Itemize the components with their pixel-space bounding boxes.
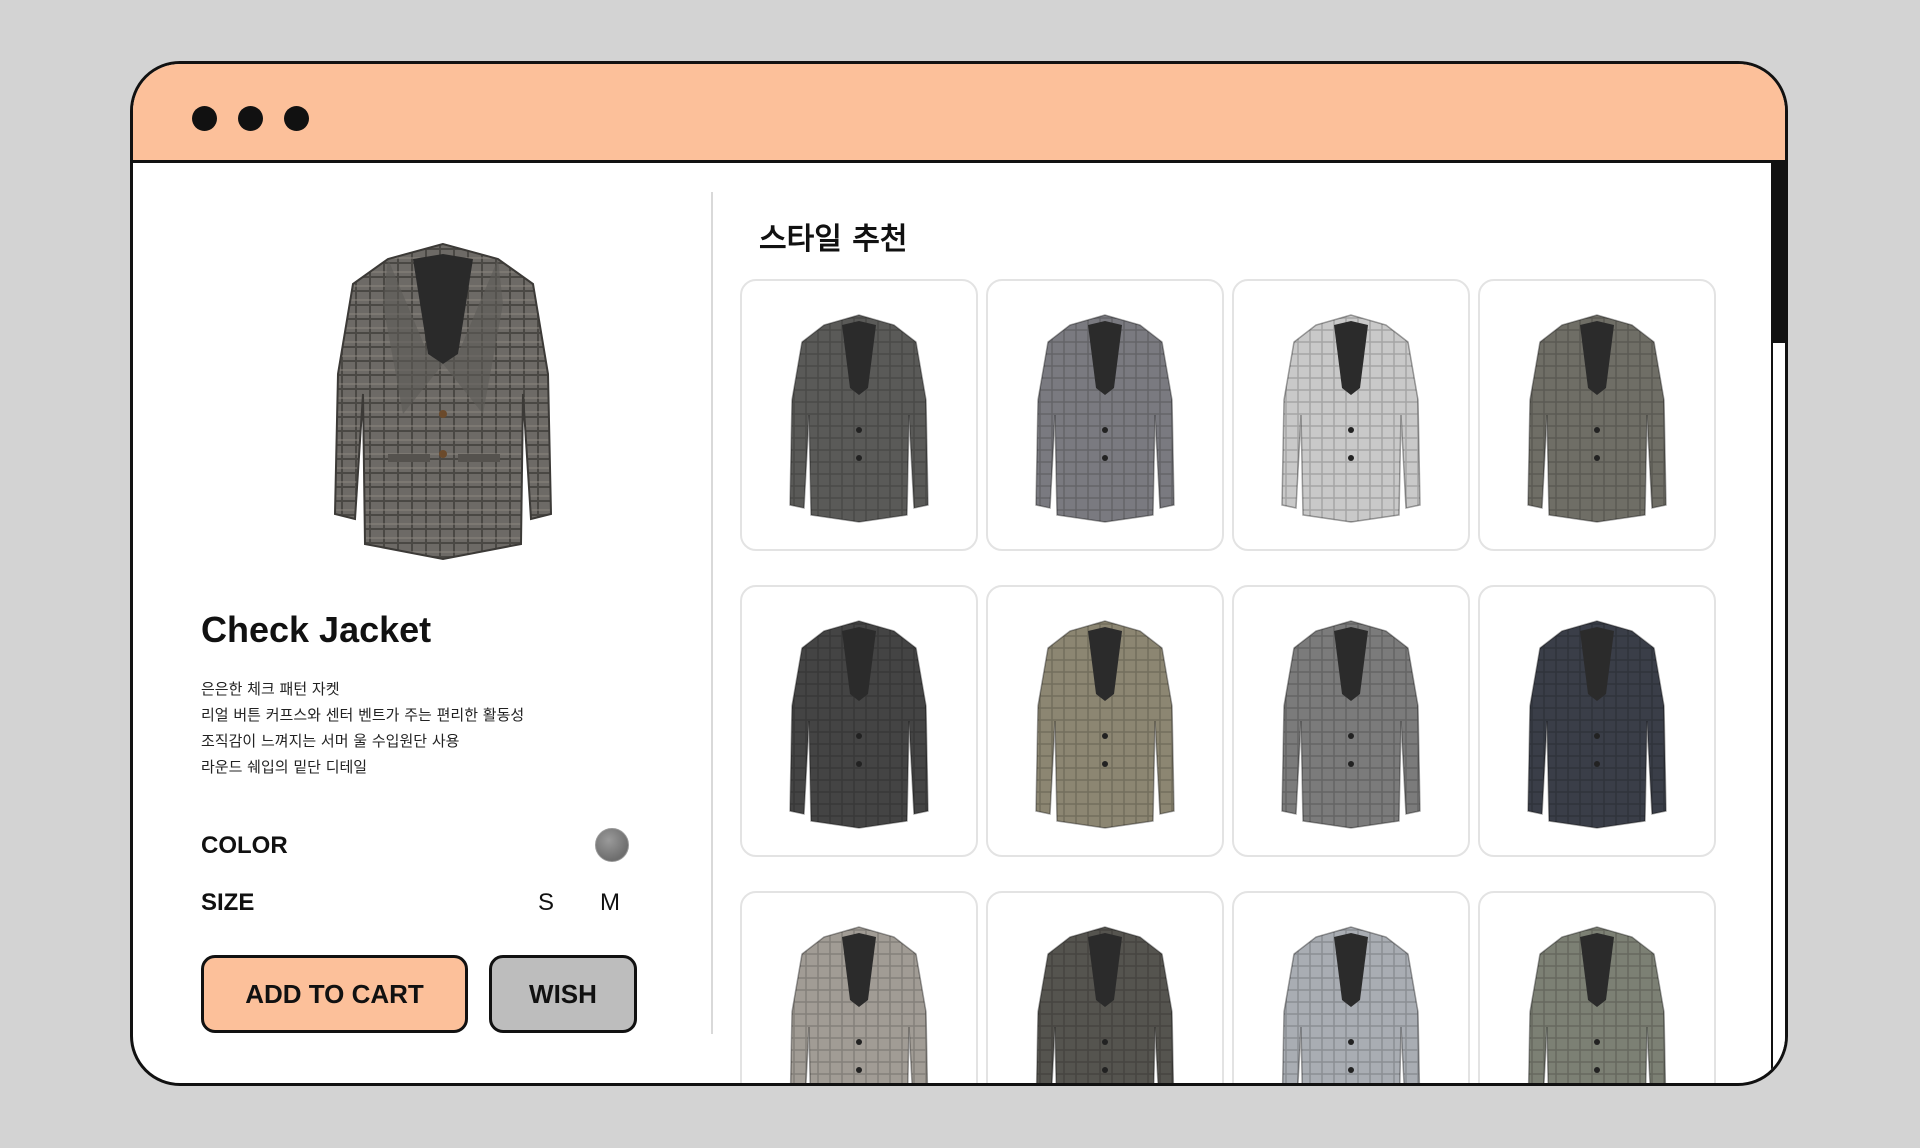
size-option-s[interactable]: S xyxy=(538,889,554,917)
jacket-image-icon xyxy=(1281,926,1421,1083)
recommendation-card[interactable] xyxy=(1232,585,1470,857)
panel-divider xyxy=(711,192,713,1034)
recommendation-card[interactable] xyxy=(740,891,978,1083)
description-line: 리얼 버튼 커프스와 센터 벤트가 주는 편리한 활동성 xyxy=(201,706,525,724)
jacket-image-icon xyxy=(1281,620,1421,829)
jacket-image-icon xyxy=(1035,926,1175,1083)
description-line: 라운드 쉐입의 밑단 디테일 xyxy=(201,758,368,776)
product-main-image xyxy=(293,214,593,574)
jacket-image-icon xyxy=(333,242,553,561)
jacket-image-icon xyxy=(1527,926,1667,1083)
recommendation-card[interactable] xyxy=(1478,279,1716,551)
recommendation-card[interactable] xyxy=(986,891,1224,1083)
add-to-cart-button[interactable]: ADD TO CART xyxy=(201,955,468,1033)
recommendations-grid xyxy=(740,279,1724,1083)
window-close-dot[interactable] xyxy=(192,106,217,131)
recommendation-card[interactable] xyxy=(986,585,1224,857)
jacket-image-icon xyxy=(789,620,929,829)
color-label: COLOR xyxy=(201,832,288,859)
jacket-image-icon xyxy=(1035,314,1175,523)
recommendation-card[interactable] xyxy=(1232,279,1470,551)
description-line: 조직감이 느껴지는 서머 울 수입원단 사용 xyxy=(201,732,460,750)
jacket-image-icon xyxy=(789,926,929,1083)
jacket-image-icon xyxy=(1035,620,1175,829)
recommendation-card[interactable] xyxy=(740,279,978,551)
browser-window: Check Jacket 은은한 체크 패턴 자켓 리얼 버튼 커프스와 센터 … xyxy=(130,61,1788,1086)
window-minimize-dot[interactable] xyxy=(238,106,263,131)
recommendation-card[interactable] xyxy=(986,279,1224,551)
jacket-image-icon xyxy=(789,314,929,523)
color-swatch[interactable] xyxy=(595,828,629,862)
wish-button[interactable]: WISH xyxy=(489,955,637,1033)
scrollbar-thumb[interactable] xyxy=(1771,163,1785,343)
recommendations-title: 스타일 추천 xyxy=(759,222,908,257)
recommendation-card[interactable] xyxy=(1232,891,1470,1083)
jacket-image-icon xyxy=(1527,620,1667,829)
jacket-image-icon xyxy=(1281,314,1421,523)
product-title: Check Jacket xyxy=(201,609,432,650)
recommendation-card[interactable] xyxy=(740,585,978,857)
window-maximize-dot[interactable] xyxy=(284,106,309,131)
description-line: 은은한 체크 패턴 자켓 xyxy=(201,680,340,698)
jacket-image-icon xyxy=(1527,314,1667,523)
size-option-m[interactable]: M xyxy=(600,889,620,917)
product-description: 은은한 체크 패턴 자켓 리얼 버튼 커프스와 센터 벤트가 주는 편리한 활동… xyxy=(201,676,524,780)
window-titlebar xyxy=(133,64,1785,163)
size-label: SIZE xyxy=(201,889,255,916)
recommendation-card[interactable] xyxy=(1478,891,1716,1083)
recommendation-card[interactable] xyxy=(1478,585,1716,857)
